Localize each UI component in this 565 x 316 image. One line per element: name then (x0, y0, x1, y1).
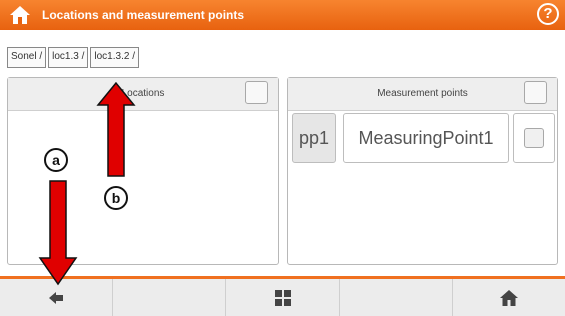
grid-button[interactable] (226, 279, 340, 316)
measurement-points-select-all-checkbox[interactable] (524, 81, 547, 104)
measurement-point-checkbox[interactable] (524, 128, 544, 148)
measurement-points-panel: Measurement points pp1 MeasuringPoint1 (287, 77, 558, 265)
measurement-point-checkbox-cell[interactable] (513, 113, 555, 163)
back-button[interactable] (0, 279, 114, 316)
list-item[interactable]: pp1 MeasuringPoint1 (290, 113, 555, 163)
back-icon (49, 291, 64, 304)
breadcrumb-item-root[interactable]: Sonel / (7, 47, 47, 68)
bottom-toolbar (0, 276, 565, 316)
locations-title: Locations (121, 88, 165, 99)
locations-header: Locations (8, 78, 278, 111)
toolbar-button-2[interactable] (113, 279, 227, 316)
toolbar-button-4[interactable] (340, 279, 453, 316)
measurement-point-name[interactable]: MeasuringPoint1 (343, 113, 509, 163)
home-icon (10, 6, 30, 24)
home-button[interactable] (453, 279, 565, 316)
annotation-label-b: b (104, 186, 128, 210)
home-icon (499, 289, 518, 306)
grid-icon (274, 289, 291, 306)
measurement-points-header: Measurement points (288, 78, 557, 111)
breadcrumb-item-loc1-3[interactable]: loc1.3 / (48, 47, 89, 68)
measurement-points-title: Measurement points (377, 88, 468, 99)
annotation-label-a: a (44, 148, 68, 172)
measurement-point-id[interactable]: pp1 (292, 113, 336, 163)
locations-select-all-checkbox[interactable] (245, 81, 268, 104)
title-bar: Locations and measurement points ? (0, 0, 565, 30)
help-button[interactable]: ? (537, 3, 559, 25)
locations-panel: Locations (7, 77, 279, 265)
page-title: Locations and measurement points (42, 8, 245, 22)
breadcrumb: Sonel / loc1.3 / loc1.3.2 / (7, 47, 139, 68)
breadcrumb-item-loc1-3-2[interactable]: loc1.3.2 / (90, 47, 139, 68)
